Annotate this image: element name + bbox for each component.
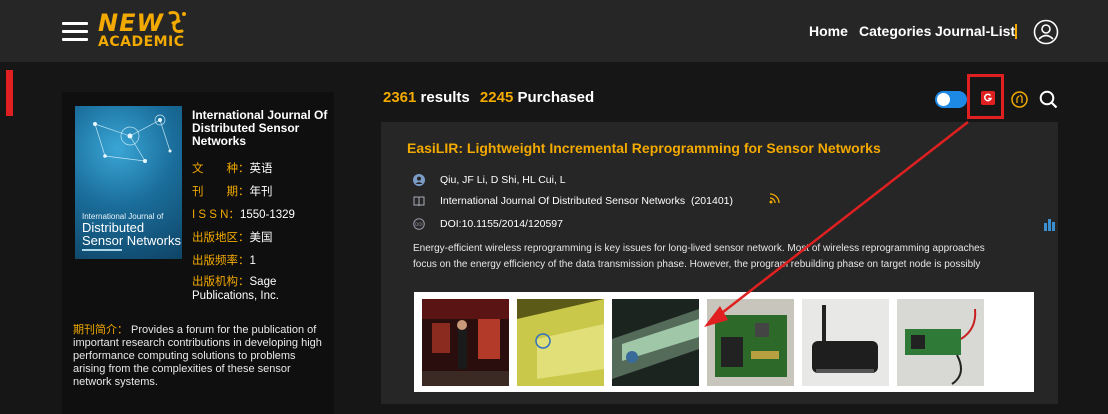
article-authors[interactable]: Qiu, JF Li, D Shi, HL Cui, L [440,174,566,186]
journal-info-panel: International Journal of Distributed Sen… [62,92,334,414]
meta-frequency: 出版频率：1 [192,255,256,267]
hamburger-menu-icon[interactable] [62,22,88,42]
bar-chart-icon[interactable] [1043,218,1056,231]
purchased-count: 2245 [479,89,514,106]
rss-icon[interactable] [769,192,781,204]
article-journal[interactable]: International Journal Of Distributed Sen… [440,195,733,207]
thumbnail-image[interactable] [802,299,889,386]
figure-thumbnails [414,292,1034,392]
result-card: EasiLIR: Lightweight Incremental Reprogr… [381,122,1058,404]
nav-home[interactable]: Home [809,0,848,62]
nav-divider [1015,24,1017,39]
cover-rule [82,249,122,251]
journal-introduction: 期刊简介： Provides a forum for the publicati… [73,324,322,388]
logo-swirl-icon [168,11,186,33]
side-accent-bar [6,70,13,116]
meta-issn: I S S N：1550-1329 [192,209,295,221]
author-icon [413,174,425,186]
article-abstract: Energy-efficient wireless reprogramming … [413,243,985,270]
thumbnail-image[interactable] [897,299,984,386]
svg-text:DOI: DOI [415,222,422,227]
meta-publisher: 出版机构：Sage Publications, Inc. [192,276,279,302]
logo-subtitle: ACADEMIC [98,34,185,50]
top-navigation-bar: NEW ACADEMIC Home Categories Journal-Lis… [0,0,1108,62]
site-logo[interactable]: NEW ACADEMIC [96,9,196,53]
article-title[interactable]: EasiLIR: Lightweight Incremental Reprogr… [407,140,881,156]
nav-journal-list[interactable]: Journal-List [935,0,1015,62]
results-label: results [420,89,470,106]
cover-title: Distributed Sensor Networks [82,220,181,248]
meta-language: 文 种：英语 [192,163,273,175]
thumbnail-image[interactable] [707,299,794,386]
results-count: 2361 [383,89,417,106]
user-circle-icon[interactable] [1033,19,1059,45]
doi-icon: DOI [413,218,425,230]
nav-categories[interactable]: Categories [859,0,931,62]
article-doi[interactable]: DOI:10.1155/2014/120597 [440,218,563,230]
purchased-toggle[interactable] [935,91,967,108]
thumbnail-image[interactable] [422,299,509,386]
meta-region: 出版地区：美国 [192,232,273,244]
thumbnail-image[interactable] [517,299,604,386]
thumbnail-image[interactable] [612,299,699,386]
journal-cover-image[interactable]: International Journal of Distributed Sen… [75,106,182,259]
journal-title[interactable]: International Journal Of Distributed Sen… [192,109,332,148]
open-access-icon[interactable] [1011,91,1028,108]
g-filter-icon[interactable] [980,90,996,106]
network-graphic-icon [93,114,172,163]
book-icon [413,196,425,207]
results-summary: 2361 results 2245 Purchased [383,89,594,106]
meta-period: 刊 期：年刊 [192,186,273,198]
toggle-knob [937,93,950,106]
purchased-label: Purchased [517,89,595,106]
logo-wordmark: NEW [98,9,164,37]
search-icon[interactable] [1039,90,1058,109]
